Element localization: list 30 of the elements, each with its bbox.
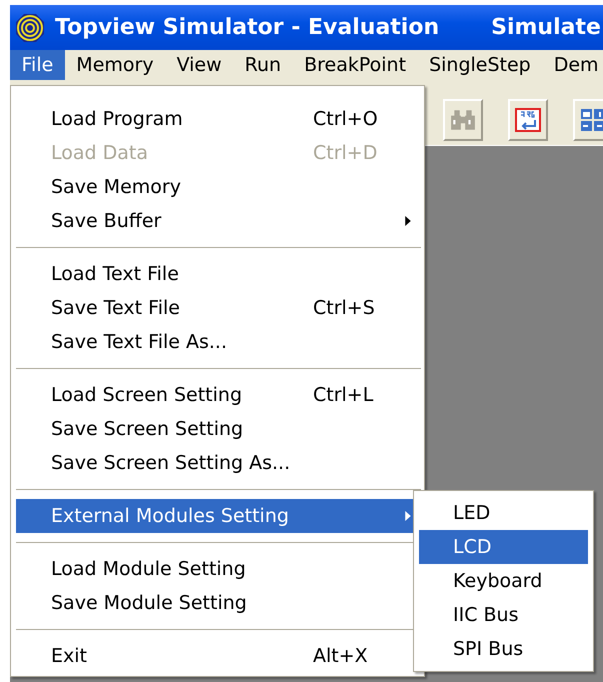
window-title: Topview Simulator - Evaluation bbox=[55, 15, 440, 40]
menu-item[interactable]: SingleStep bbox=[418, 50, 542, 80]
menu-item[interactable]: Save Memory bbox=[16, 170, 421, 204]
menu-item[interactable]: Save Screen Setting As... bbox=[16, 446, 421, 480]
menu-item[interactable]: Save Buffer bbox=[16, 204, 421, 238]
toolbar-button[interactable] bbox=[443, 99, 483, 141]
toolbar-button[interactable] bbox=[573, 99, 603, 141]
menu-item[interactable]: File bbox=[10, 50, 65, 80]
menu-item[interactable]: View bbox=[165, 50, 234, 80]
menu-item[interactable]: SPI Bus bbox=[419, 632, 588, 666]
app-icon bbox=[15, 12, 45, 42]
menu-item[interactable]: Load Program Ctrl+O bbox=[16, 102, 421, 136]
menu-item[interactable]: Save Screen Setting bbox=[16, 412, 421, 446]
window-title: Simulate bbox=[491, 15, 601, 40]
menu-item[interactable]: LED bbox=[419, 496, 588, 530]
program-enter-icon bbox=[515, 108, 541, 132]
menu-item[interactable]: Run bbox=[233, 50, 293, 80]
menu-item[interactable]: Dem bbox=[542, 50, 603, 80]
menu-item[interactable]: Load Screen Setting Ctrl+L bbox=[16, 378, 421, 412]
menu-item[interactable]: LCD bbox=[419, 530, 588, 564]
menu-item[interactable]: Save Text File Ctrl+S bbox=[16, 291, 421, 325]
menu-item[interactable]: BreakPoint bbox=[292, 50, 418, 80]
binoculars-icon bbox=[450, 108, 476, 132]
menu-item[interactable]: Keyboard bbox=[419, 564, 588, 598]
menu-item[interactable]: IIC Bus bbox=[419, 598, 588, 632]
menu-item[interactable]: Load Text File bbox=[16, 257, 421, 291]
layout-grid-icon bbox=[580, 108, 603, 132]
menu-item[interactable]: Save Text File As... bbox=[16, 325, 421, 359]
menu-item[interactable]: Memory bbox=[64, 50, 166, 80]
toolbar-button[interactable] bbox=[508, 99, 548, 141]
